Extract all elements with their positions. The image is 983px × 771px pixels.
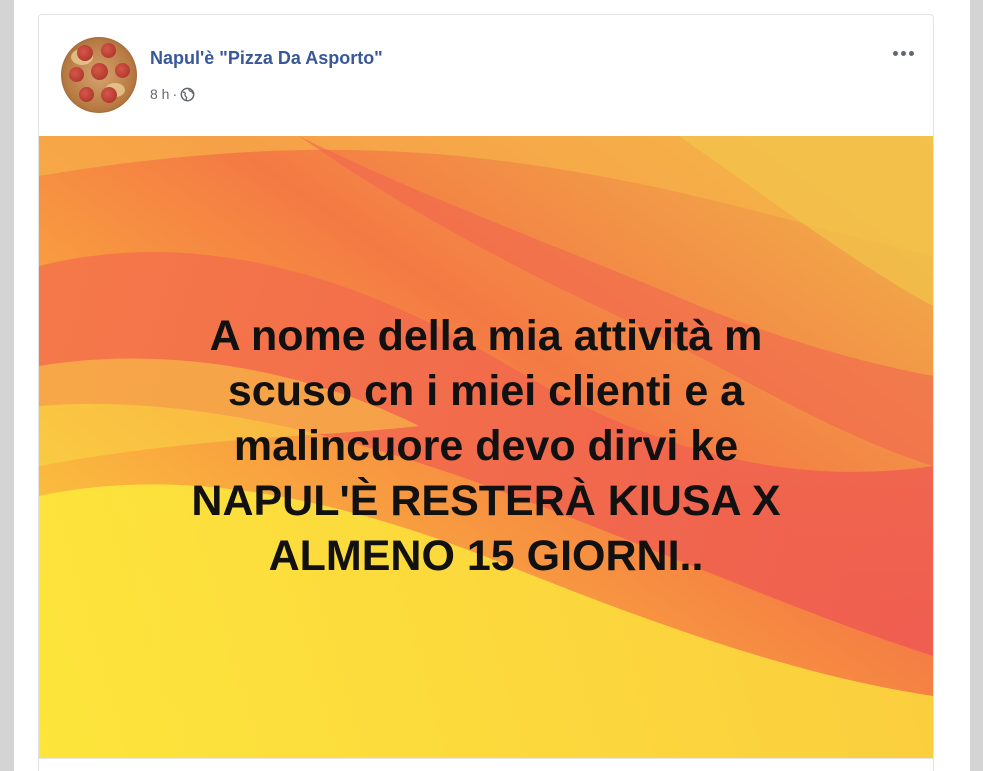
more-options-icon[interactable] [887,41,919,65]
post-timestamp[interactable]: 8 h [150,86,169,102]
banner-line-3: malincuore devo dirvi ke [233,421,739,470]
card-divider [39,758,933,759]
meta-separator: · [172,86,178,102]
post-background-banner: A nome della mia attività m scuso cn i m… [39,136,933,758]
banner-line-1: A nome della mia attività m [209,311,763,360]
banner-line-2: scuso cn i miei clienti e a [227,366,745,415]
right-border [970,0,983,771]
banner-text-container: A nome della mia attività m scuso cn i m… [39,136,933,758]
banner-text: A nome della mia attività m scuso cn i m… [76,309,896,584]
post-meta: 8 h · [150,86,195,102]
globe-icon[interactable] [180,87,195,102]
banner-line-4: NAPUL'È RESTERÀ KIUSA X [191,476,781,525]
page-avatar[interactable] [61,37,137,113]
post-card: Napul'è "Pizza Da Asporto" 8 h · A nome … [38,14,934,771]
page-name-link[interactable]: Napul'è "Pizza Da Asporto" [150,48,383,69]
banner-line-5: ALMENO 15 GIORNI.. [268,531,704,580]
left-border [0,0,14,771]
